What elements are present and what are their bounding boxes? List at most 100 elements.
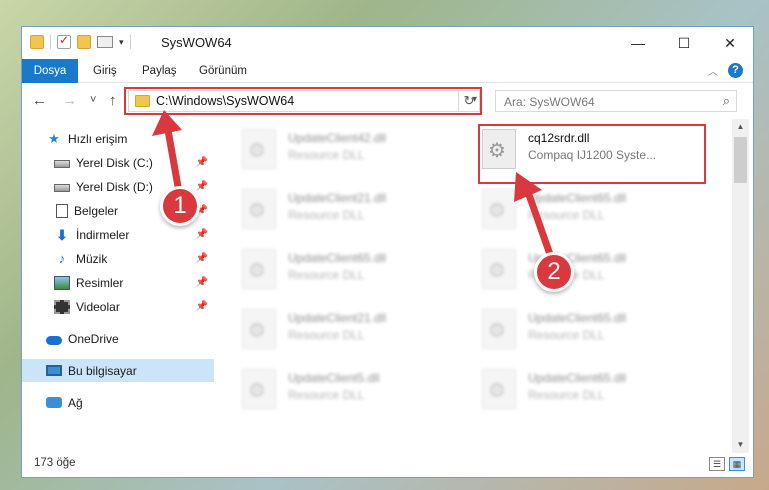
- pin-icon[interactable]: 📌: [196, 253, 208, 264]
- back-button[interactable]: ←: [32, 92, 47, 109]
- help-icon[interactable]: ?: [728, 63, 743, 78]
- sidebar-item-label: Belgeler: [74, 203, 119, 218]
- ribbon-controls: ︿ ?: [708, 63, 743, 78]
- large-icons-view-icon[interactable]: ▦: [729, 457, 745, 471]
- item-count: 173 öğe: [34, 457, 76, 469]
- step-1-badge: 1: [160, 186, 200, 226]
- music-icon: ♪: [58, 250, 66, 266]
- pin-icon[interactable]: 📌: [196, 301, 208, 312]
- pin-icon[interactable]: 📌: [196, 277, 208, 288]
- dll-file-icon: [482, 189, 516, 229]
- scroll-down-icon[interactable]: ▼: [732, 437, 749, 453]
- view-switcher: ☰ ▦: [709, 457, 745, 471]
- tab-file[interactable]: Dosya: [22, 59, 78, 83]
- recent-locations-button[interactable]: ˅: [90, 94, 96, 106]
- sidebar-item-videos[interactable]: Videolar 📌: [22, 295, 214, 318]
- dll-file-icon: [242, 129, 276, 169]
- dll-file-icon: [242, 369, 276, 409]
- new-folder-icon[interactable]: [77, 35, 91, 49]
- file-item[interactable]: UpdateClient5.dll Resource DLL: [222, 363, 452, 411]
- dll-file-icon: [482, 309, 516, 349]
- computer-icon: [46, 365, 62, 376]
- folder-icon: [30, 35, 44, 49]
- file-type: Resource DLL: [288, 388, 365, 402]
- window-title: SysWOW64: [161, 35, 232, 50]
- pin-icon[interactable]: 📌: [196, 229, 208, 240]
- file-item[interactable]: UpdateClient21.dll Resource DLL: [222, 303, 452, 351]
- download-icon: ⬇: [56, 226, 68, 243]
- ribbon-tabs: Dosya Giriş Paylaş Görünüm ︿ ?: [22, 59, 753, 83]
- pictures-icon: [54, 275, 70, 290]
- sidebar-item-label: Bu bilgisayar: [68, 363, 137, 378]
- dll-file-icon: [482, 369, 516, 409]
- dll-file-icon: [242, 249, 276, 289]
- document-icon: [56, 203, 68, 218]
- tab-view[interactable]: Görünüm: [199, 59, 247, 83]
- qat-dropdown-icon[interactable]: ▾: [119, 37, 124, 48]
- step-2-badge: 2: [534, 252, 574, 292]
- file-name: UpdateClient21.dll: [288, 311, 387, 325]
- file-item[interactable]: UpdateClient65.dll Resource DLL: [462, 363, 692, 411]
- file-item[interactable]: UpdateClient65.dll Resource DLL: [462, 243, 692, 291]
- search-input[interactable]: Ara: SysWOW64 ⌕: [495, 90, 737, 112]
- details-view-icon[interactable]: ☰: [709, 457, 725, 471]
- dll-file-icon: [242, 189, 276, 229]
- title-bar: ▾ SysWOW64 — ☐ ✕: [22, 27, 753, 59]
- file-item[interactable]: UpdateClient65.dll Resource DLL: [462, 303, 692, 351]
- sidebar-item-downloads[interactable]: ⬇ İndirmeler 📌: [22, 223, 214, 246]
- star-icon: ★: [48, 130, 60, 146]
- sidebar-item-music[interactable]: ♪ Müzik 📌: [22, 247, 214, 270]
- window-controls: — ☐ ✕: [615, 27, 753, 59]
- file-type: Resource DLL: [288, 328, 365, 342]
- file-name: UpdateClient21.dll: [288, 191, 387, 205]
- quick-access-toolbar: ▾: [30, 33, 131, 49]
- sidebar-item-onedrive[interactable]: OneDrive: [22, 327, 214, 350]
- cloud-icon: [46, 335, 62, 345]
- sidebar-item-label: Yerel Disk (C:): [76, 155, 153, 170]
- scrollbar-thumb[interactable]: [734, 137, 747, 183]
- network-icon: [46, 397, 62, 408]
- tab-share[interactable]: Paylaş: [142, 59, 177, 83]
- sidebar-item-label: OneDrive: [68, 331, 119, 346]
- vertical-scrollbar[interactable]: ▲ ▼: [732, 119, 749, 453]
- file-explorer-window: ▾ SysWOW64 — ☐ ✕ Dosya Giriş Paylaş Görü…: [21, 26, 754, 478]
- file-type: Resource DLL: [288, 208, 365, 222]
- up-button[interactable]: ↑: [109, 92, 117, 109]
- minimize-button[interactable]: —: [615, 27, 661, 59]
- file-name: UpdateClient5.dll: [288, 371, 380, 385]
- properties-check-icon[interactable]: [57, 33, 71, 49]
- file-name: UpdateClient65.dll: [528, 371, 627, 385]
- dll-file-icon: [242, 309, 276, 349]
- file-item[interactable]: UpdateClient42.dll Resource DLL: [222, 123, 452, 171]
- toolbar-divider: [50, 35, 51, 49]
- sidebar-item-network[interactable]: Ağ: [22, 391, 214, 414]
- collapse-ribbon-icon[interactable]: ︿: [708, 63, 718, 78]
- file-item[interactable]: UpdateClient65.dll Resource DLL: [222, 243, 452, 291]
- tab-home[interactable]: Giriş: [93, 59, 117, 83]
- file-type: Resource DLL: [288, 268, 365, 282]
- toolbar-divider: [129, 35, 131, 49]
- sidebar-item-label: Videolar: [76, 299, 120, 314]
- search-placeholder: Ara: SysWOW64: [504, 95, 595, 109]
- sidebar-item-pictures[interactable]: Resimler 📌: [22, 271, 214, 294]
- video-icon: [54, 299, 70, 314]
- sidebar-item-label: Ağ: [68, 395, 83, 410]
- forward-button[interactable]: →: [62, 92, 77, 109]
- sidebar-item-label: Müzik: [76, 251, 108, 266]
- sidebar-item-this-pc[interactable]: Bu bilgisayar: [22, 359, 214, 382]
- rename-icon[interactable]: [97, 36, 113, 48]
- dll-file-icon: [482, 249, 516, 289]
- file-item[interactable]: UpdateClient65.dll Resource DLL: [462, 183, 692, 231]
- file-type: Resource DLL: [528, 328, 605, 342]
- sidebar-item-label: İndirmeler: [76, 227, 130, 242]
- file-type: Resource DLL: [288, 148, 365, 162]
- file-name: UpdateClient65.dll: [528, 311, 627, 325]
- sidebar-item-label: Yerel Disk (D:): [76, 179, 153, 194]
- close-button[interactable]: ✕: [707, 27, 753, 59]
- file-item[interactable]: UpdateClient21.dll Resource DLL: [222, 183, 452, 231]
- search-icon[interactable]: ⌕: [723, 93, 730, 109]
- maximize-button[interactable]: ☐: [661, 27, 707, 59]
- file-name: UpdateClient65.dll: [288, 251, 387, 265]
- file-type: Resource DLL: [528, 388, 605, 402]
- scroll-up-icon[interactable]: ▲: [732, 119, 749, 135]
